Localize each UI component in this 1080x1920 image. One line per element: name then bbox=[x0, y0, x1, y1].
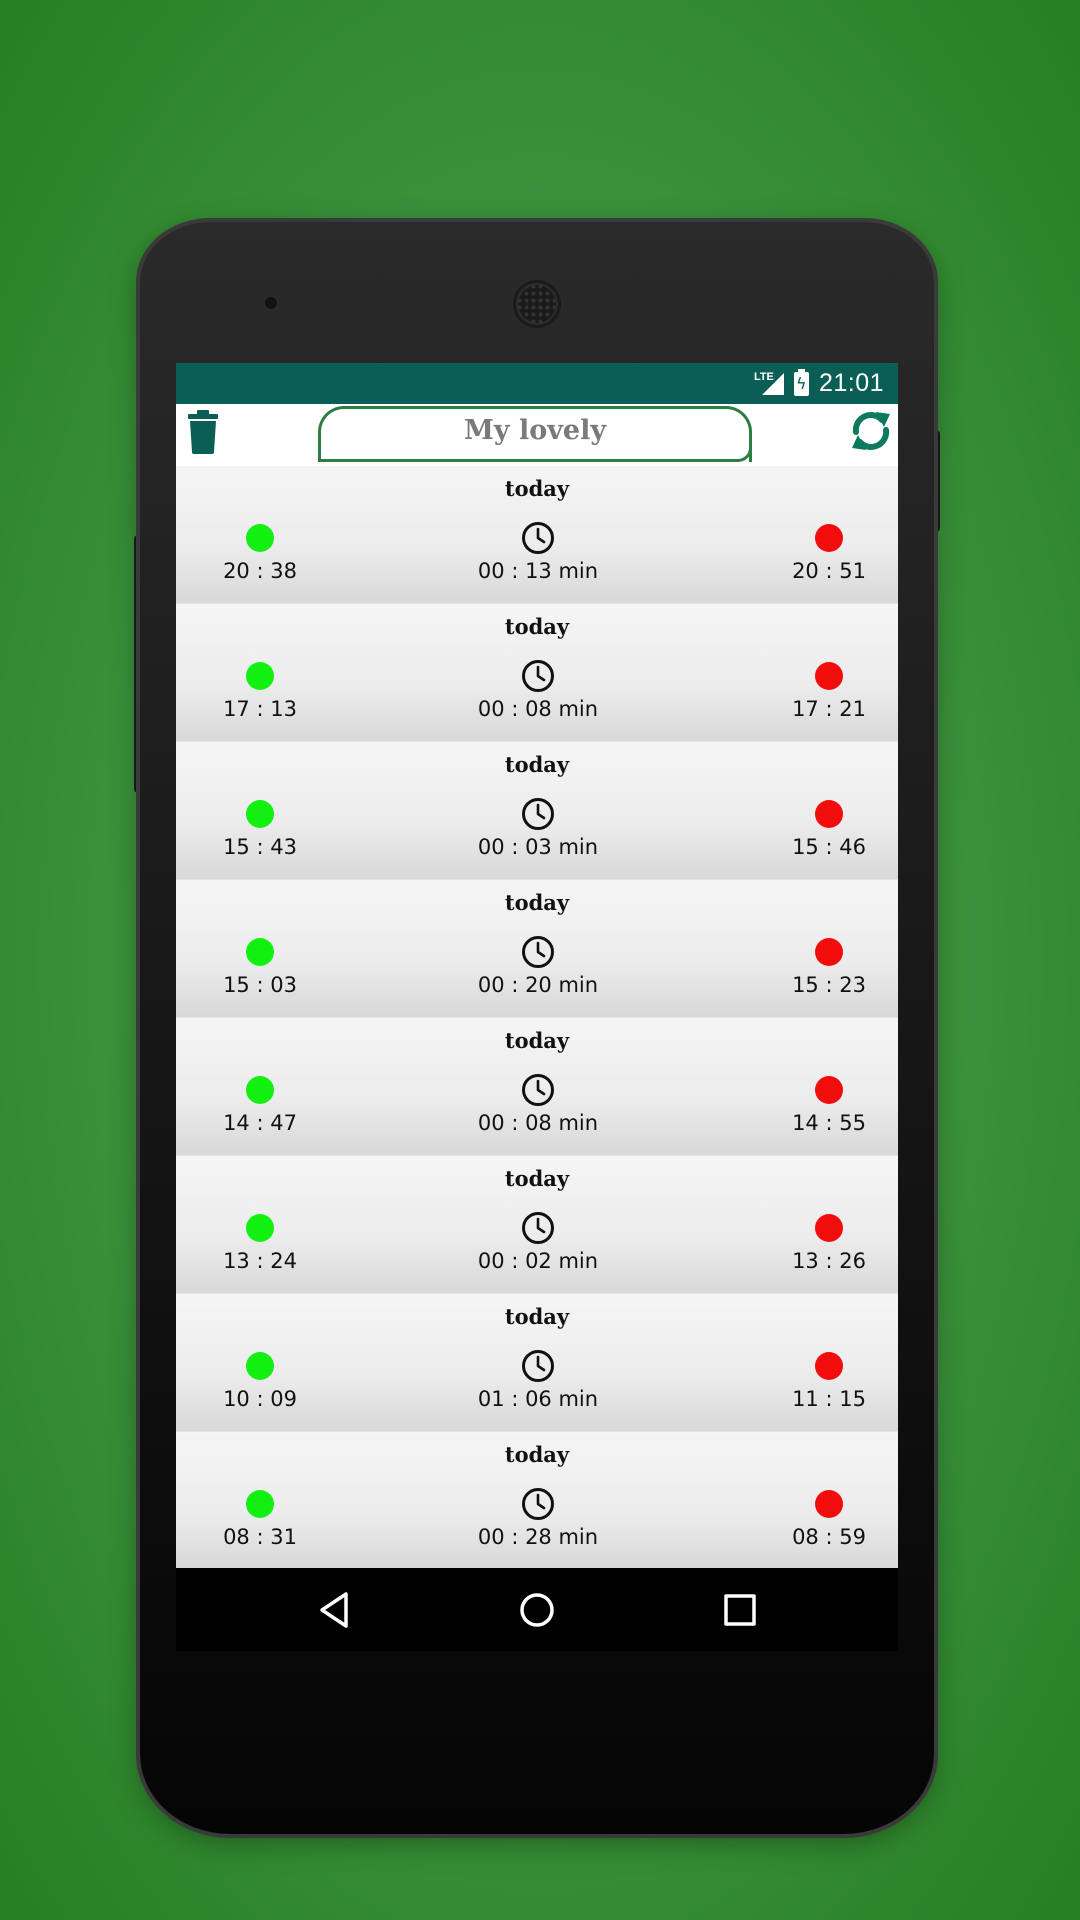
start-status-dot bbox=[246, 662, 274, 690]
title-frame: My lovely bbox=[318, 406, 752, 462]
back-button[interactable] bbox=[314, 1588, 358, 1632]
start-time: 17 : 13 bbox=[223, 697, 297, 721]
clock-icon bbox=[521, 1349, 555, 1383]
session-duration: 01 : 06 min bbox=[477, 1387, 599, 1411]
session-duration: 00 : 02 min bbox=[477, 1249, 599, 1273]
session-day: today bbox=[504, 1166, 570, 1191]
clock-icon bbox=[521, 659, 555, 693]
refresh-icon bbox=[852, 412, 890, 450]
home-button[interactable] bbox=[515, 1588, 559, 1632]
start-status-dot bbox=[246, 938, 274, 966]
session-row[interactable]: today 20 : 38 00 : 13 min 20 : 51 bbox=[176, 466, 898, 604]
session-row[interactable]: today 10 : 09 01 : 06 min 11 : 15 bbox=[176, 1294, 898, 1432]
session-day: today bbox=[504, 1028, 570, 1053]
session-row[interactable]: today 15 : 43 00 : 03 min 15 : 46 bbox=[176, 742, 898, 880]
end-status-dot bbox=[815, 1490, 843, 1518]
signal-strength-icon bbox=[761, 372, 784, 395]
start-status-dot bbox=[246, 1076, 274, 1104]
start-time: 15 : 43 bbox=[223, 835, 297, 859]
clock-icon bbox=[521, 1487, 555, 1521]
session-row[interactable]: today 08 : 31 00 : 28 min 08 : 59 bbox=[176, 1432, 898, 1570]
session-list: today 20 : 38 00 : 13 min 20 : 51 today 17 : … bbox=[176, 466, 898, 1570]
end-status-dot bbox=[815, 1076, 843, 1104]
end-status-dot bbox=[815, 662, 843, 690]
trash-icon bbox=[188, 410, 218, 454]
session-day: today bbox=[504, 476, 570, 501]
start-time: 15 : 03 bbox=[223, 973, 297, 997]
end-time: 15 : 46 bbox=[792, 835, 866, 859]
clock-icon bbox=[521, 521, 555, 555]
status-icons: LTE ϟ 21:01 bbox=[754, 363, 884, 404]
start-status-dot bbox=[246, 800, 274, 828]
page-title: My lovely bbox=[463, 415, 607, 446]
end-time: 14 : 55 bbox=[792, 1111, 866, 1135]
start-status-dot bbox=[246, 1490, 274, 1518]
earpiece-speaker bbox=[516, 283, 558, 325]
end-time: 08 : 59 bbox=[792, 1525, 866, 1549]
recents-icon bbox=[724, 1594, 756, 1626]
session-day: today bbox=[504, 752, 570, 777]
session-duration: 00 : 03 min bbox=[477, 835, 599, 859]
end-status-dot bbox=[815, 1352, 843, 1380]
recents-button[interactable] bbox=[718, 1588, 762, 1632]
end-time: 15 : 23 bbox=[792, 973, 866, 997]
signal-icon: LTE bbox=[754, 371, 784, 397]
charging-bolt-icon: ϟ bbox=[795, 373, 807, 393]
session-day: today bbox=[504, 890, 570, 915]
end-status-dot bbox=[815, 938, 843, 966]
end-time: 17 : 21 bbox=[792, 697, 866, 721]
delete-button[interactable] bbox=[186, 408, 220, 456]
clock-icon bbox=[521, 1211, 555, 1245]
session-duration: 00 : 20 min bbox=[477, 973, 599, 997]
start-time: 13 : 24 bbox=[223, 1249, 297, 1273]
end-status-dot bbox=[815, 1214, 843, 1242]
session-duration: 00 : 08 min bbox=[477, 1111, 599, 1135]
status-clock: 21:01 bbox=[818, 369, 884, 397]
end-time: 11 : 15 bbox=[792, 1387, 866, 1411]
clock-icon bbox=[521, 935, 555, 969]
start-status-dot bbox=[246, 1214, 274, 1242]
start-status-dot bbox=[246, 524, 274, 552]
start-time: 14 : 47 bbox=[223, 1111, 297, 1135]
session-day: today bbox=[504, 614, 570, 639]
status-bar: LTE ϟ 21:01 bbox=[176, 363, 898, 404]
clock-icon bbox=[521, 1073, 555, 1107]
start-status-dot bbox=[246, 1352, 274, 1380]
back-icon bbox=[320, 1592, 348, 1628]
start-time: 08 : 31 bbox=[223, 1525, 297, 1549]
session-row[interactable]: today 14 : 47 00 : 08 min 14 : 55 bbox=[176, 1018, 898, 1156]
front-camera bbox=[262, 294, 280, 312]
navigation-bar bbox=[176, 1568, 898, 1651]
end-status-dot bbox=[815, 524, 843, 552]
session-duration: 00 : 08 min bbox=[477, 697, 599, 721]
session-duration: 00 : 28 min bbox=[477, 1525, 599, 1549]
phone-screen: LTE ϟ 21:01 My lovely today 20: 38 00:… bbox=[176, 363, 898, 1651]
app-bar: My lovely bbox=[176, 404, 898, 466]
home-icon bbox=[520, 1593, 554, 1627]
session-day: today bbox=[504, 1442, 570, 1467]
clock-icon bbox=[521, 797, 555, 831]
session-row[interactable]: today 15 : 03 00 : 20 min 15 : 23 bbox=[176, 880, 898, 1018]
session-duration: 00 : 13 min bbox=[477, 559, 599, 583]
session-day: today bbox=[504, 1304, 570, 1329]
refresh-button[interactable] bbox=[848, 406, 894, 456]
end-status-dot bbox=[815, 800, 843, 828]
battery-charging-icon: ϟ bbox=[793, 368, 809, 396]
end-time: 20 : 51 bbox=[792, 559, 866, 583]
session-row[interactable]: today 13 : 24 00 : 02 min 13 : 26 bbox=[176, 1156, 898, 1294]
session-row[interactable]: today 17 : 13 00 : 08 min 17 : 21 bbox=[176, 604, 898, 742]
end-time: 13 : 26 bbox=[792, 1249, 866, 1273]
start-time: 10 : 09 bbox=[223, 1387, 297, 1411]
start-time: 20 : 38 bbox=[223, 559, 297, 583]
